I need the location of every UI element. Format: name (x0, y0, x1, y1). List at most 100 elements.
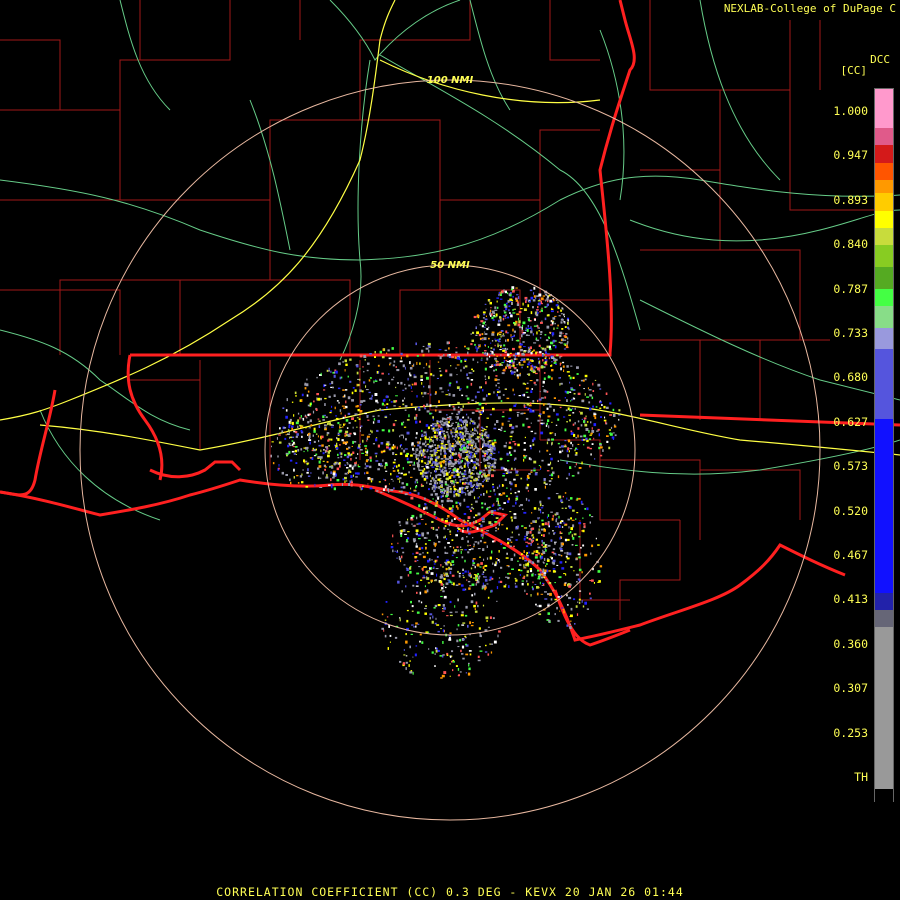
echo-pixel (443, 434, 447, 438)
echo-pixel (475, 327, 477, 329)
echo-pixel (571, 534, 573, 538)
echo-pixel (552, 317, 556, 320)
echo-pixel (548, 345, 551, 349)
echo-pixel (547, 612, 550, 615)
echo-pixel (474, 452, 478, 455)
echo-pixel (530, 471, 533, 473)
echo-pixel (454, 428, 457, 432)
echo-pixel (515, 287, 518, 289)
echo-pixel (487, 346, 489, 348)
echo-pixel (431, 559, 433, 561)
echo-pixel (330, 438, 333, 441)
echo-pixel (375, 409, 377, 411)
echo-pixel (519, 574, 521, 576)
echo-pixel (494, 423, 496, 426)
echo-pixel (466, 479, 468, 481)
echo-pixel (365, 459, 369, 463)
echo-pixel (380, 442, 384, 445)
echo-pixel (584, 553, 588, 557)
echo-pixel (478, 577, 480, 580)
echo-pixel (475, 462, 479, 465)
echo-pixel (466, 431, 469, 433)
echo-pixel (523, 332, 526, 334)
echo-pixel (384, 404, 386, 407)
echo-pixel (511, 337, 514, 341)
echo-pixel (582, 379, 585, 382)
echo-pixel (443, 536, 445, 539)
echo-pixel (441, 417, 444, 421)
echo-pixel (447, 528, 450, 530)
echo-pixel (415, 420, 418, 424)
echo-pixel (330, 484, 333, 487)
echo-pixel (360, 425, 363, 427)
echo-pixel (429, 474, 431, 478)
echo-pixel (424, 585, 426, 588)
echo-pixel (618, 409, 621, 412)
echo-pixel (535, 538, 538, 541)
echo-pixel (424, 607, 427, 610)
echo-pixel (477, 448, 479, 450)
echo-pixel (586, 608, 589, 610)
echo-pixel (560, 548, 563, 550)
echo-pixel (453, 471, 456, 474)
echo-pixel (485, 308, 487, 310)
echo-pixel (474, 592, 476, 596)
echo-pixel (409, 367, 413, 370)
echo-pixel (530, 522, 533, 524)
echo-pixel (518, 320, 521, 324)
echo-pixel (588, 438, 591, 441)
echo-pixel (444, 525, 447, 527)
echo-pixel (570, 620, 572, 622)
echo-pixel (517, 376, 519, 379)
echo-pixel (393, 465, 396, 468)
echo-pixel (480, 493, 482, 496)
colorbar-tick-label: 0.360 (833, 636, 868, 651)
echo-pixel (531, 573, 534, 577)
echo-pixel (479, 650, 483, 652)
echo-pixel (323, 449, 325, 451)
echo-pixel (488, 337, 490, 340)
echo-pixel (533, 292, 535, 295)
echo-pixel (475, 520, 477, 523)
echo-pixel (335, 417, 339, 419)
echo-pixel (503, 310, 506, 312)
echo-pixel (527, 407, 531, 409)
echo-pixel (400, 434, 404, 436)
echo-pixel (589, 465, 591, 468)
echo-pixel (569, 419, 571, 422)
echo-pixel (571, 398, 573, 401)
echo-pixel (560, 545, 563, 547)
echo-pixel (389, 641, 391, 643)
echo-pixel (548, 357, 551, 360)
echo-pixel (432, 477, 434, 479)
echo-pixel (554, 433, 556, 436)
echo-pixel (402, 389, 405, 391)
echo-pixel (589, 447, 592, 450)
echo-pixel (423, 468, 426, 471)
echo-pixel (483, 337, 487, 341)
echo-pixel (339, 424, 342, 426)
echo-pixel (442, 590, 445, 593)
echo-pixel (581, 599, 583, 603)
echo-pixel (497, 508, 499, 511)
echo-pixel (489, 556, 492, 560)
echo-pixel (456, 469, 459, 473)
echo-pixel (483, 454, 486, 457)
echo-pixel (538, 414, 541, 417)
echo-pixel (369, 456, 372, 459)
echo-pixel (310, 472, 312, 474)
echo-pixel (578, 590, 582, 592)
echo-pixel (448, 581, 451, 583)
echo-pixel (310, 424, 313, 427)
echo-pixel (493, 509, 497, 512)
echo-pixel (551, 432, 554, 434)
echo-pixel (570, 388, 574, 391)
echo-pixel (486, 394, 488, 397)
echo-pixel (483, 493, 485, 496)
echo-pixel (550, 461, 552, 465)
echo-pixel (497, 332, 500, 335)
echo-pixel (546, 449, 549, 452)
echo-pixel (572, 509, 575, 512)
echo-pixel (432, 374, 435, 377)
echo-pixel (396, 549, 398, 553)
